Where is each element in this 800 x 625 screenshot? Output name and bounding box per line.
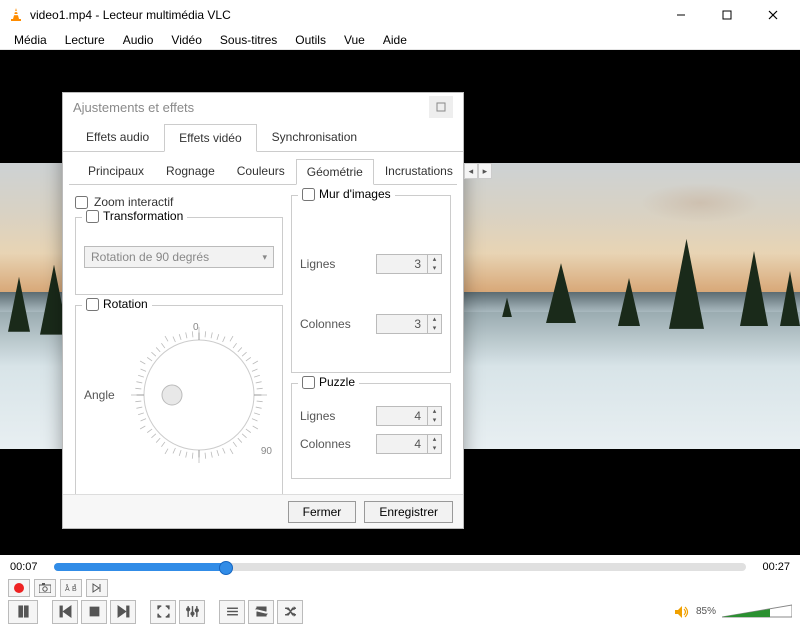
puzzle-lignes-spin[interactable]: 4▴▾	[376, 406, 442, 426]
transformation-group: Transformation Rotation de 90 degrés	[75, 217, 283, 295]
record-button[interactable]	[8, 579, 30, 597]
speaker-icon[interactable]	[674, 605, 690, 619]
window-title: video1.mp4 - Lecteur multimédia VLC	[30, 8, 658, 22]
menubar: Média Lecture Audio Vidéo Sous-titres Ou…	[0, 30, 800, 50]
dialog-title: Ajustements et effets	[73, 100, 194, 115]
stop-button[interactable]	[81, 600, 107, 624]
puzzle-colonnes-spin[interactable]: 4▴▾	[376, 434, 442, 454]
snapshot-button[interactable]	[34, 579, 56, 597]
tab-rognage[interactable]: Rognage	[155, 158, 226, 184]
puzzle-lignes-label: Lignes	[300, 409, 335, 423]
frame-step-button[interactable]	[86, 579, 108, 597]
effects-dialog: Ajustements et effets Effets audio Effet…	[62, 92, 464, 529]
menu-sous-titres[interactable]: Sous-titres	[212, 31, 285, 49]
time-current[interactable]: 00:07	[10, 561, 46, 573]
fermer-button[interactable]: Fermer	[288, 501, 357, 523]
svg-text:A: A	[65, 586, 70, 593]
close-button[interactable]	[750, 0, 796, 30]
mur-lignes-spin[interactable]: 3▴▾	[376, 254, 442, 274]
svg-text:B: B	[72, 586, 77, 593]
extended-settings-button[interactable]	[179, 600, 205, 624]
subtab-prev[interactable]: ◂	[464, 163, 478, 179]
mur-colonnes-spin[interactable]: 3▴▾	[376, 314, 442, 334]
menu-outils[interactable]: Outils	[287, 31, 334, 49]
sub-tabs: Principaux Rognage Couleurs Géométrie In…	[69, 158, 457, 185]
fullscreen-button[interactable]	[150, 600, 176, 624]
prev-button[interactable]	[52, 600, 78, 624]
loop-ab-button[interactable]: AB	[60, 579, 82, 597]
puzzle-group: Puzzle Lignes 4▴▾ Colonnes 4▴▾	[291, 383, 451, 479]
tab-geometrie[interactable]: Géométrie	[296, 159, 374, 185]
volume-slider[interactable]	[722, 603, 792, 621]
transformation-checkbox[interactable]	[86, 210, 99, 223]
mur-images-group: Mur d'images Lignes 3▴▾ Colonnes 3▴▾	[291, 195, 451, 373]
puzzle-colonnes-label: Colonnes	[300, 437, 351, 451]
angle-dial[interactable]: 0 90	[124, 320, 274, 470]
angle-label: Angle	[84, 388, 118, 402]
menu-audio[interactable]: Audio	[115, 31, 162, 49]
menu-vue[interactable]: Vue	[336, 31, 373, 49]
dialog-maximize-button[interactable]	[429, 96, 453, 118]
enregistrer-button[interactable]: Enregistrer	[364, 501, 453, 523]
seek-bar[interactable]	[54, 563, 746, 571]
rotation-checkbox[interactable]	[86, 298, 99, 311]
rotation-group: Rotation Angle	[75, 305, 283, 501]
tab-effets-audio[interactable]: Effets audio	[71, 123, 164, 151]
control-toolbar: 85%	[0, 598, 800, 625]
subtab-next[interactable]: ▸	[478, 163, 492, 179]
playlist-button[interactable]	[219, 600, 245, 624]
tab-couleurs[interactable]: Couleurs	[226, 158, 296, 184]
main-tabs: Effets audio Effets vidéo Synchronisatio…	[63, 123, 463, 152]
minimize-button[interactable]	[658, 0, 704, 30]
vlc-cone-icon	[8, 7, 24, 23]
volume-percent: 85%	[696, 606, 716, 617]
menu-media[interactable]: Média	[6, 31, 55, 49]
next-button[interactable]	[110, 600, 136, 624]
menu-video[interactable]: Vidéo	[163, 31, 209, 49]
tab-synchronisation[interactable]: Synchronisation	[257, 123, 372, 151]
tab-incrustations[interactable]: Incrustations	[374, 158, 464, 184]
mur-colonnes-label: Colonnes	[300, 317, 351, 331]
tab-effets-video[interactable]: Effets vidéo	[164, 124, 256, 152]
mur-lignes-label: Lignes	[300, 257, 335, 271]
shuffle-button[interactable]	[277, 600, 303, 624]
transformation-combo[interactable]: Rotation de 90 degrés	[84, 246, 274, 268]
time-total[interactable]: 00:27	[754, 561, 790, 573]
video-area[interactable]: Ajustements et effets Effets audio Effet…	[0, 50, 800, 555]
menu-aide[interactable]: Aide	[375, 31, 415, 49]
puzzle-checkbox[interactable]	[302, 376, 315, 389]
mur-images-checkbox[interactable]	[302, 188, 315, 201]
loop-button[interactable]	[248, 600, 274, 624]
pause-button[interactable]	[8, 600, 38, 624]
window-titlebar: video1.mp4 - Lecteur multimédia VLC	[0, 0, 800, 30]
menu-lecture[interactable]: Lecture	[57, 31, 113, 49]
tab-principaux[interactable]: Principaux	[77, 158, 155, 184]
progress-row: 00:07 00:27	[0, 555, 800, 578]
record-toolbar: AB	[0, 578, 800, 598]
maximize-button[interactable]	[704, 0, 750, 30]
